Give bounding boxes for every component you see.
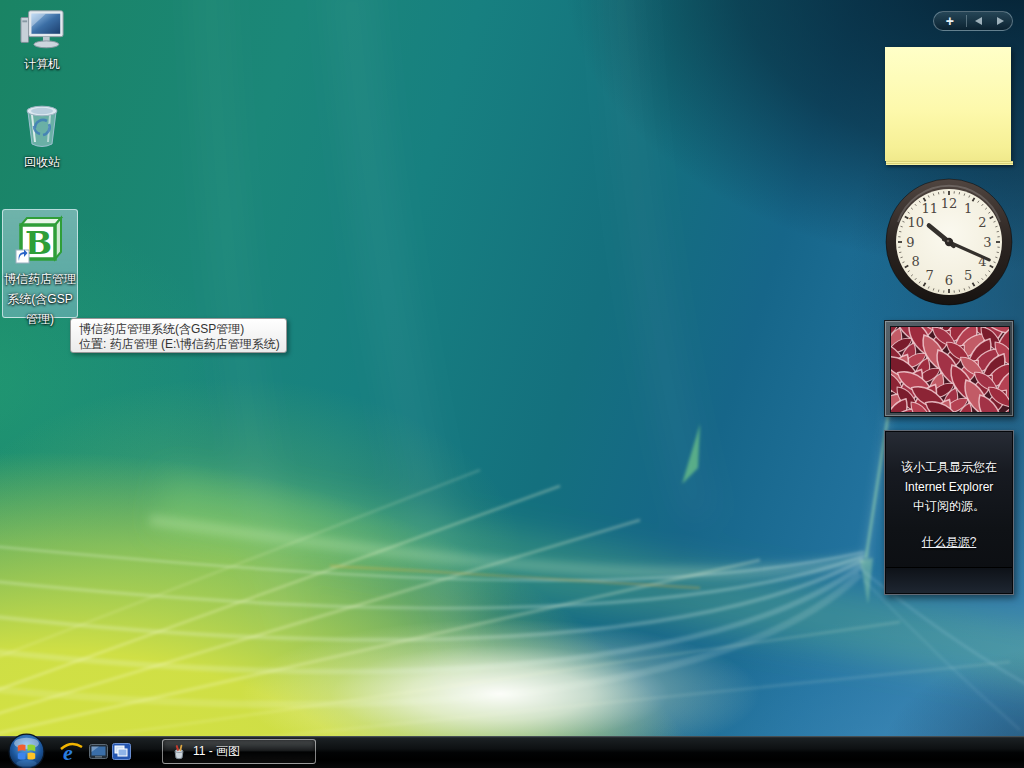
- svg-text:3: 3: [983, 235, 991, 250]
- taskbar: e 11 - 画图: [0, 736, 1024, 768]
- tooltip: 博信药店管理系统(含GSP管理) 位置: 药店管理 (E:\博信药店管理系统): [70, 318, 287, 353]
- tooltip-location: 位置: 药店管理 (E:\博信药店管理系统): [79, 337, 278, 352]
- photo-gadget[interactable]: [884, 320, 1014, 417]
- note-sheet-edge: [886, 161, 1013, 165]
- svg-text:2: 2: [978, 215, 986, 230]
- rss-text-line: Internet Explorer: [885, 478, 1013, 498]
- svg-text:10: 10: [907, 215, 924, 230]
- start-button[interactable]: [8, 733, 45, 768]
- desktop-icon-computer[interactable]: 计算机: [4, 6, 80, 71]
- rss-footer: [886, 567, 1012, 593]
- svg-text:5: 5: [964, 268, 972, 283]
- svg-text:11: 11: [921, 201, 938, 216]
- desktop-icon-label: 计算机: [4, 57, 80, 71]
- aurora-wallpaper: [0, 0, 1024, 736]
- desktop-icon-recycle-bin[interactable]: 回收站: [4, 100, 80, 169]
- quicklaunch-show-desktop[interactable]: [89, 744, 108, 759]
- desktop: 计算机 回收站 B 博信药店管理 系统(含GSP 管理): [0, 0, 1024, 736]
- task-button-label: 11 - 画图: [193, 743, 240, 760]
- rss-gadget[interactable]: 该小工具显示您在 Internet Explorer 中订阅的源。 什么是源?: [884, 430, 1014, 595]
- paint-icon: [171, 744, 187, 760]
- rss-what-is-feed-link[interactable]: 什么是源?: [922, 533, 977, 553]
- recycle-bin-icon: [19, 100, 65, 150]
- rss-text-line: 该小工具显示您在: [885, 458, 1013, 478]
- prev-page-button[interactable]: [967, 17, 990, 25]
- right-arrow-icon: [997, 17, 1005, 25]
- computer-icon: [19, 6, 65, 52]
- svg-text:9: 9: [906, 235, 914, 250]
- photo-image: [890, 326, 1010, 413]
- taskbar-task-button-paint[interactable]: 11 - 画图: [162, 739, 316, 764]
- app-icon: B: [14, 212, 66, 266]
- quicklaunch-switch-windows[interactable]: [112, 743, 131, 760]
- tooltip-title: 博信药店管理系统(含GSP管理): [79, 322, 278, 337]
- next-page-button[interactable]: [989, 17, 1012, 25]
- svg-text:12: 12: [941, 196, 958, 211]
- notes-gadget[interactable]: [885, 47, 1011, 161]
- clock-gadget[interactable]: 121234567891011: [884, 177, 1014, 307]
- desktop-icon-label: 回收站: [4, 155, 80, 169]
- rss-text-line: 中订阅的源。: [885, 497, 1013, 517]
- add-gadget-button[interactable]: +: [934, 12, 966, 30]
- svg-text:8: 8: [912, 254, 920, 269]
- svg-text:1: 1: [964, 201, 972, 216]
- desktop-icon-label: 管理): [3, 309, 77, 329]
- desktop-icon-label: 系统(含GSP: [3, 289, 77, 309]
- left-arrow-icon: [974, 17, 982, 25]
- sidebar-controls: +: [933, 11, 1013, 31]
- desktop-icon-app-shortcut[interactable]: B 博信药店管理 系统(含GSP 管理): [2, 209, 78, 318]
- svg-text:6: 6: [945, 273, 953, 288]
- svg-text:7: 7: [926, 268, 934, 283]
- desktop-icon-label: 博信药店管理: [3, 269, 77, 289]
- quicklaunch-internet-explorer[interactable]: e: [60, 741, 83, 764]
